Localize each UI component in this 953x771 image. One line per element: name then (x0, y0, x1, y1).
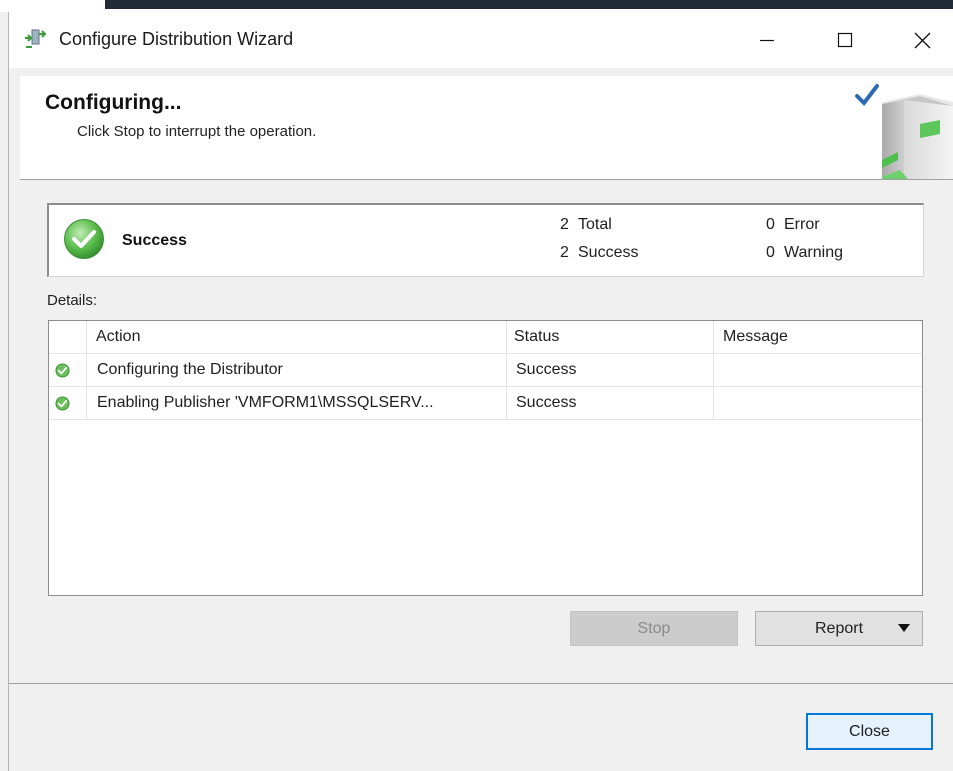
minimize-button[interactable] (744, 18, 790, 62)
success-count: 2 Success (560, 244, 639, 261)
overall-status-label: Success (122, 232, 187, 249)
row-status: Success (516, 361, 577, 378)
grid-header: Action Status Message (49, 321, 922, 354)
column-header-action[interactable]: Action (96, 321, 140, 353)
row-action: Enabling Publisher 'VMFORM1\MSSQLSERV... (97, 394, 434, 411)
page-title: Configuring... (45, 91, 182, 114)
page-subtitle: Click Stop to interrupt the operation. (77, 123, 317, 140)
table-row[interactable]: Enabling Publisher 'VMFORM1\MSSQLSERV...… (49, 387, 922, 420)
total-count: 2 Total (560, 216, 612, 233)
minimize-icon (760, 39, 774, 42)
report-button[interactable]: Report (755, 611, 923, 646)
report-button-label: Report (815, 620, 864, 637)
summary-panel: Success 2 Total 2 Success 0 Error 0 Warning (47, 203, 924, 277)
stop-button[interactable]: Stop (570, 611, 738, 646)
close-button[interactable]: Close (806, 713, 933, 750)
row-action: Configuring the Distributor (97, 361, 283, 378)
details-grid[interactable]: Action Status Message Configuring the Di… (48, 320, 923, 596)
window-title: Configure Distribution Wizard (59, 29, 294, 49)
column-header-status[interactable]: Status (514, 321, 559, 353)
success-check-icon (64, 219, 104, 259)
details-label: Details: (47, 292, 98, 309)
top-strip (0, 0, 953, 12)
distribution-wizard-icon (25, 29, 47, 48)
close-icon (914, 32, 930, 48)
wizard-window: Configure Distribution Wizard Configurin… (9, 12, 953, 771)
wizard-header: Configuring... Click Stop to interrupt t… (20, 76, 953, 180)
error-count: 0 Error (766, 216, 820, 233)
warning-count: 0 Warning (766, 244, 843, 261)
success-check-icon (55, 363, 70, 378)
window-left-edge (0, 12, 9, 771)
title-bar: Configure Distribution Wizard (9, 12, 953, 68)
close-window-button[interactable] (899, 18, 945, 62)
dropdown-arrow-icon[interactable] (897, 622, 911, 634)
success-check-icon (55, 396, 70, 411)
table-row[interactable]: Configuring the Distributor Success (49, 354, 922, 387)
maximize-icon (837, 32, 853, 48)
server-checkmark-icon (855, 84, 953, 179)
maximize-button[interactable] (822, 18, 868, 62)
column-header-message[interactable]: Message (723, 321, 788, 353)
footer-separator (9, 683, 953, 684)
row-status: Success (516, 394, 577, 411)
